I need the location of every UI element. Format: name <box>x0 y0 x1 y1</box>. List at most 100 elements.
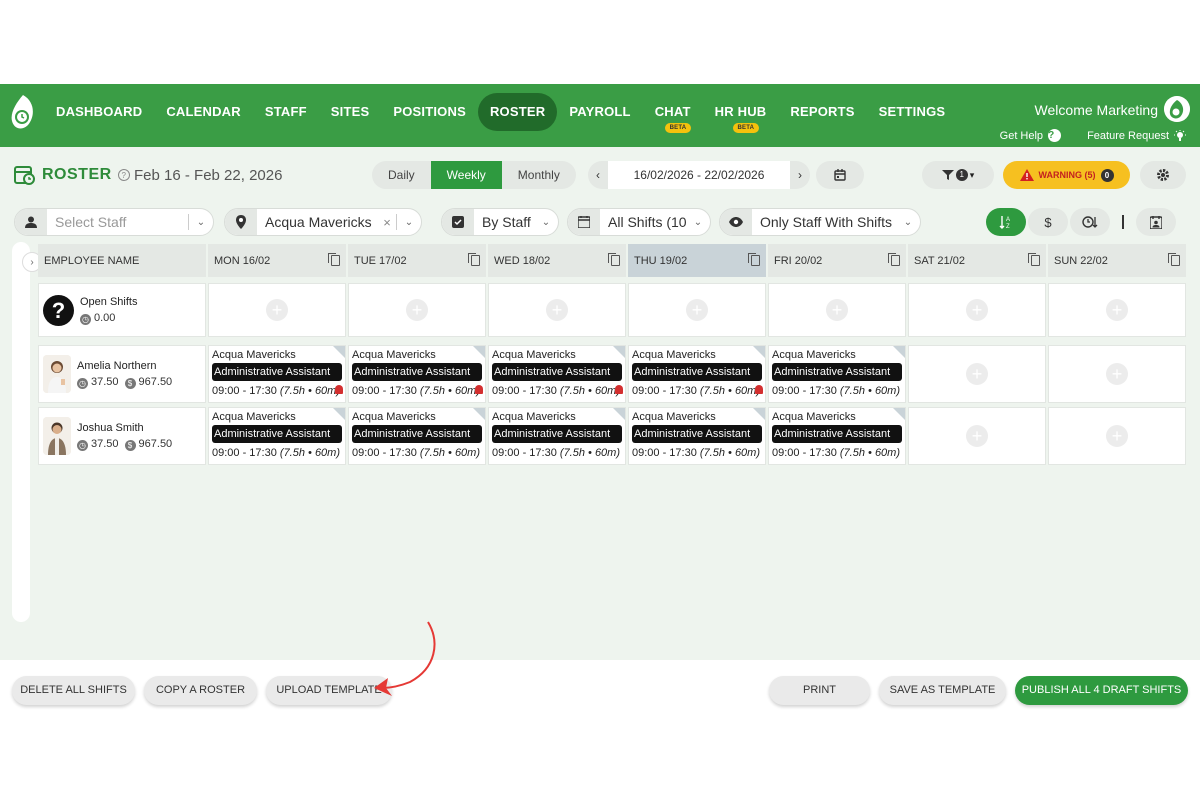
add-shift-icon[interactable]: + <box>1106 425 1128 447</box>
filter-button[interactable]: 1 ▾ <box>922 161 994 189</box>
empty-shift-cell[interactable]: + <box>1048 407 1186 465</box>
publish-drafts-button[interactable]: PUBLISH ALL 4 DRAFT SHIFTS <box>1015 676 1188 705</box>
empty-shift-cell[interactable]: + <box>208 283 346 337</box>
nav-hr-hub[interactable]: HR HUB BETA <box>703 93 779 133</box>
staff-name: Joshua Smith <box>77 421 144 434</box>
nav-sites[interactable]: SITES <box>319 93 382 131</box>
nav-reports[interactable]: REPORTS <box>778 93 866 131</box>
sidebar-scrollbar[interactable] <box>12 242 30 622</box>
empty-shift-cell[interactable]: + <box>768 283 906 337</box>
prev-week-button[interactable]: ‹ <box>588 168 608 182</box>
empty-shift-cell[interactable]: + <box>908 345 1046 403</box>
print-button[interactable]: PRINT <box>769 676 870 705</box>
shift-card[interactable]: Acqua Mavericks Administrative Assistant 0… <box>488 345 626 403</box>
nav-settings[interactable]: SETTINGS <box>867 93 958 131</box>
copy-icon[interactable] <box>888 253 900 266</box>
nav-roster[interactable]: ROSTER <box>477 93 558 131</box>
group-by-select[interactable]: By Staff ⌄ <box>441 208 559 236</box>
shift-card[interactable]: Acqua Mavericks Administrative Assistant 0… <box>488 407 626 465</box>
shift-card[interactable]: Acqua Mavericks Administrative Assistant 0… <box>768 407 906 465</box>
add-shift-icon[interactable]: + <box>1106 363 1128 385</box>
shifts-select[interactable]: All Shifts (10) ⌄ <box>567 208 711 236</box>
cost-value: 967.50 <box>138 375 173 388</box>
cost-toggle-button[interactable]: $ <box>1028 208 1068 236</box>
shift-time-range: 09:00 - 17:30 <box>772 447 837 459</box>
user-avatar-icon[interactable] <box>1164 96 1190 122</box>
delete-all-shifts-button[interactable]: DELETE ALL SHIFTS <box>12 676 135 705</box>
shift-time: 09:00 - 17:30 (7.5h • 60m) <box>772 445 902 461</box>
date-range-input[interactable]: 16/02/2026 - 22/02/2026 <box>608 161 790 189</box>
copy-icon[interactable] <box>328 253 340 266</box>
nav-calendar[interactable]: CALENDAR <box>154 93 253 131</box>
copy-icon[interactable] <box>1168 253 1180 266</box>
tab-monthly[interactable]: Monthly <box>502 161 576 189</box>
add-shift-icon[interactable]: + <box>966 425 988 447</box>
nav-payroll[interactable]: PAYROLL <box>557 93 642 131</box>
nav-staff[interactable]: STAFF <box>253 93 319 131</box>
empty-shift-cell[interactable]: + <box>908 283 1046 337</box>
gear-icon <box>1157 169 1169 181</box>
visibility-select[interactable]: Only Staff With Shifts (2) ⌄ <box>719 208 921 236</box>
add-shift-icon[interactable]: + <box>406 299 428 321</box>
staff-row: Amelia Northern ◷ 37.50 $967.50 Acqua Mav… <box>38 345 1188 403</box>
empty-shift-cell[interactable]: + <box>908 407 1046 465</box>
copy-icon[interactable] <box>748 253 760 266</box>
shift-card[interactable]: Acqua Mavericks Administrative Assistant 0… <box>208 407 346 465</box>
feature-request-link[interactable]: Feature Request <box>1087 129 1186 142</box>
shift-site: Acqua Mavericks <box>352 349 436 361</box>
copy-roster-button[interactable]: COPY A ROSTER <box>144 676 257 705</box>
shift-site: Acqua Mavericks <box>772 349 856 361</box>
shift-card[interactable]: Acqua Mavericks Administrative Assistant 0… <box>628 345 766 403</box>
empty-shift-cell[interactable]: + <box>488 283 626 337</box>
upload-template-button[interactable]: UPLOAD TEMPLATE <box>266 676 392 705</box>
staff-select[interactable]: Select Staff ⌄ <box>14 208 214 236</box>
nav-dashboard[interactable]: DASHBOARD <box>44 93 154 131</box>
settings-button[interactable] <box>1140 161 1186 189</box>
add-shift-icon[interactable]: + <box>686 299 708 321</box>
clear-icon[interactable]: × <box>378 215 396 230</box>
staff-cell[interactable]: Amelia Northern ◷ 37.50 $967.50 <box>38 345 206 403</box>
add-shift-icon[interactable]: + <box>1106 299 1128 321</box>
tab-weekly[interactable]: Weekly <box>430 161 502 189</box>
shift-card[interactable]: Acqua Mavericks Administrative Assistant 0… <box>208 345 346 403</box>
empty-shift-cell[interactable]: + <box>628 283 766 337</box>
info-icon[interactable]: ? <box>117 169 130 181</box>
shift-duration: (7.5h • 60m) <box>699 385 761 397</box>
get-help-link[interactable]: Get Help? <box>1000 129 1062 142</box>
time-sort-button[interactable] <box>1070 208 1110 236</box>
shift-card[interactable]: Acqua Mavericks Administrative Assistant 0… <box>768 345 906 403</box>
cost-value: 967.50 <box>138 437 173 450</box>
copy-icon[interactable] <box>468 253 480 266</box>
shift-card[interactable]: Acqua Mavericks Administrative Assistant 0… <box>348 345 486 403</box>
copy-icon[interactable] <box>608 253 620 266</box>
shift-card[interactable]: Acqua Mavericks Administrative Assistant 0… <box>628 407 766 465</box>
add-shift-icon[interactable]: + <box>966 299 988 321</box>
copy-icon[interactable] <box>1028 253 1040 266</box>
add-shift-icon[interactable]: + <box>826 299 848 321</box>
add-shift-icon[interactable]: + <box>966 363 988 385</box>
empty-shift-cell[interactable]: + <box>1048 283 1186 337</box>
warning-button[interactable]: WARNING (5) 0 <box>1003 161 1130 189</box>
add-shift-icon[interactable]: + <box>266 299 288 321</box>
location-pin-icon <box>225 209 257 235</box>
site-select[interactable]: Acqua Mavericks × ⌄ <box>224 208 422 236</box>
app-logo-icon[interactable] <box>8 93 38 133</box>
next-week-button[interactable]: › <box>790 168 810 182</box>
calendar-picker-button[interactable] <box>816 161 864 189</box>
nav-positions[interactable]: POSITIONS <box>381 93 478 131</box>
day-label: THU 19/02 <box>634 254 688 267</box>
nav-chat[interactable]: CHAT BETA <box>643 93 703 133</box>
add-shift-icon[interactable]: + <box>546 299 568 321</box>
sort-button[interactable]: AZ <box>986 208 1026 236</box>
tab-daily[interactable]: Daily <box>372 161 431 189</box>
save-as-template-button[interactable]: SAVE AS TEMPLATE <box>879 676 1006 705</box>
empty-shift-cell[interactable]: + <box>1048 345 1186 403</box>
shift-card[interactable]: Acqua Mavericks Administrative Assistant 0… <box>348 407 486 465</box>
cost-stat: $967.50 <box>124 437 173 451</box>
empty-shift-cell[interactable]: + <box>348 283 486 337</box>
staff-cell[interactable]: Joshua Smith ◷ 37.50 $967.50 <box>38 407 206 465</box>
clock-icon: ◷ <box>77 377 88 389</box>
column-header-label: EMPLOYEE NAME <box>44 254 140 267</box>
contacts-button[interactable] <box>1136 208 1176 236</box>
column-header-employee[interactable]: EMPLOYEE NAME <box>38 244 206 277</box>
